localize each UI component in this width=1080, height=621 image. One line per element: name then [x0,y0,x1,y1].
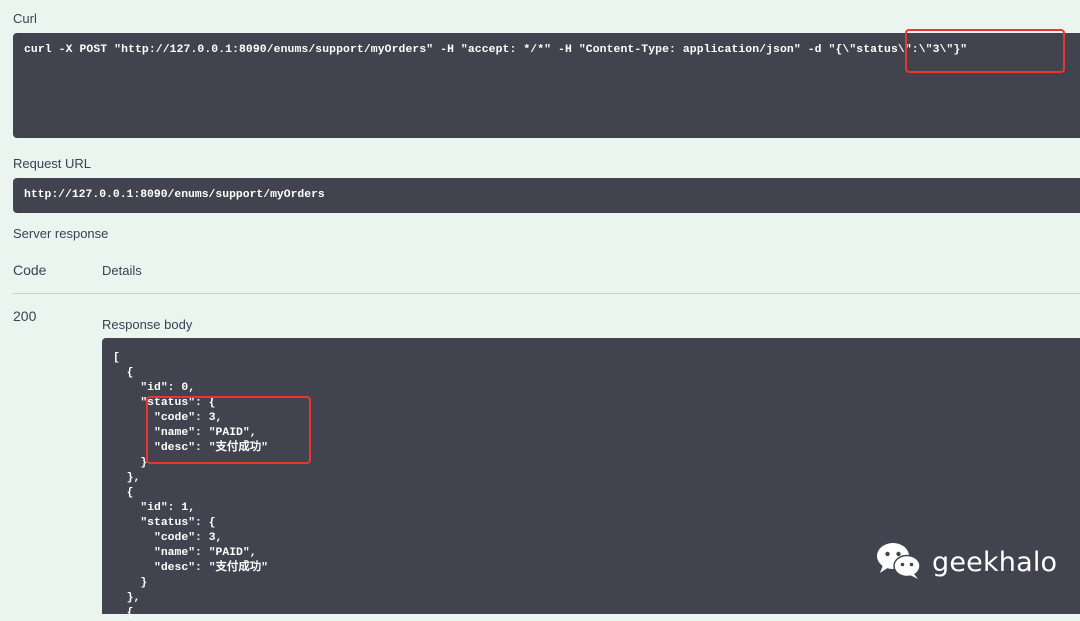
response-body-line: "name": "PAID", [113,547,257,559]
watermark-text: geekhalo [932,547,1058,578]
curl-label: Curl [13,11,37,26]
wechat-icon [874,540,924,585]
request-url-label: Request URL [13,156,92,171]
response-body-line: } [113,577,148,589]
column-header-code: Code [13,262,47,278]
response-body-label: Response body [102,317,193,332]
response-code: 200 [13,308,37,324]
response-body-line: }, [113,592,141,604]
response-body-line: [ [113,352,120,364]
response-body-line: "code": 3, [113,532,223,544]
response-body-line: } [113,457,148,469]
request-url-box[interactable]: http://127.0.0.1:8090/enums/support/myOr… [13,178,1080,213]
response-body-line: "desc": "支付成功" [113,562,268,574]
response-body-line: }, [113,472,141,484]
response-body-line: { [113,367,134,379]
response-body-line: "status": { [113,517,216,529]
watermark: geekhalo [874,540,1057,585]
curl-body-highlight [905,29,1065,73]
server-response-label: Server response [13,226,109,241]
curl-command: curl -X POST "http://127.0.0.1:8090/enum… [24,44,967,56]
response-body-line: { [113,487,134,499]
header-divider [13,293,1080,294]
status-object-highlight [146,396,311,464]
response-body-line: "id": 0, [113,382,196,394]
column-header-details: Details [102,263,142,278]
request-url-value: http://127.0.0.1:8090/enums/support/myOr… [24,189,325,201]
curl-command-main: curl -X POST "http://127.0.0.1:8090/enum… [24,44,829,56]
response-body-line: "id": 1, [113,502,196,514]
